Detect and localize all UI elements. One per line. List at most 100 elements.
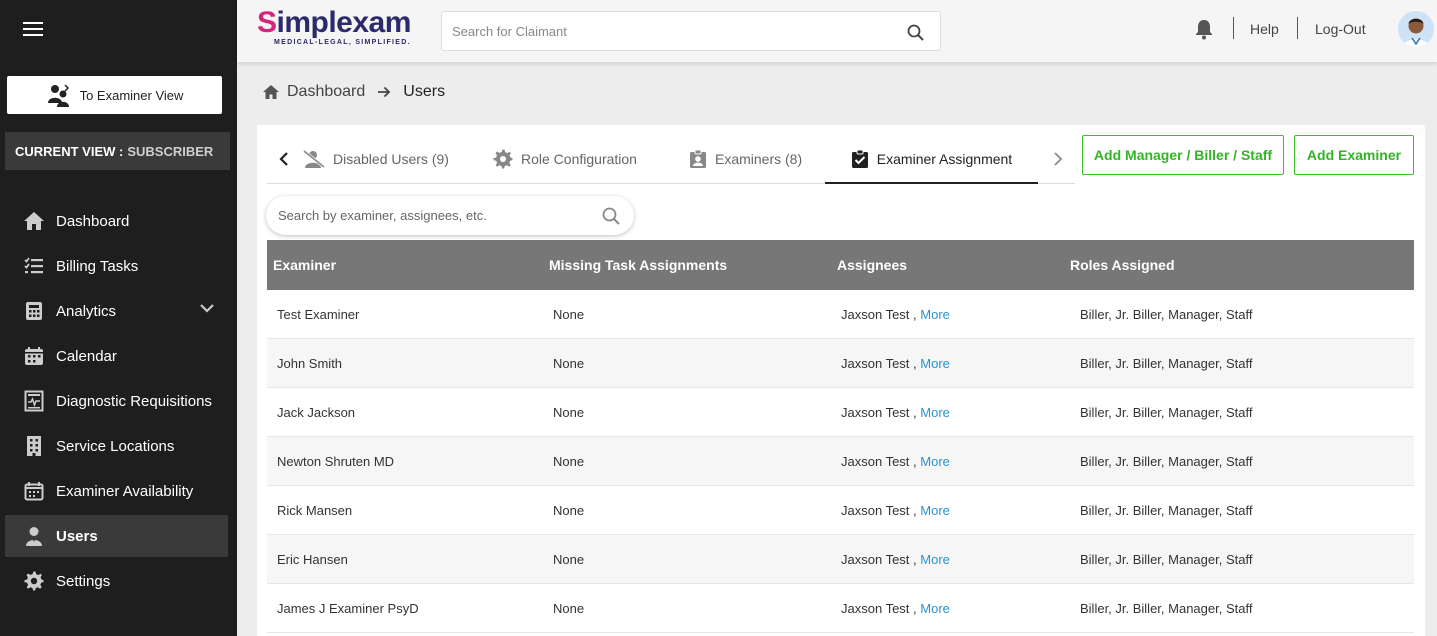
- sidebar-item-label: Examiner Availability: [56, 482, 194, 500]
- assignees-cell: Jaxson Test , More: [831, 356, 1064, 371]
- user-off-icon: [303, 150, 325, 168]
- missing-task-assignments: None: [553, 502, 585, 518]
- chevron-down-icon[interactable]: [200, 303, 214, 313]
- more-assignees-link[interactable]: More: [920, 454, 950, 469]
- tab-role-configuration[interactable]: Role Configuration: [493, 135, 637, 183]
- roles-assigned: Biller, Jr. Biller, Manager, Staff: [1080, 600, 1253, 616]
- assignees-cell: Jaxson Test , More: [831, 601, 1064, 616]
- top-bar: Simplexam MEDICAL-LEGAL, SIMPLIFIED. Hel…: [237, 0, 1437, 62]
- tab-label: Examiner Assignment: [876, 150, 1013, 167]
- assignee-name: Jaxson Test ,: [841, 306, 917, 322]
- column-header-roles-assigned[interactable]: Roles Assigned: [1064, 257, 1414, 273]
- table-row[interactable]: Rick Mansen None Jaxson Test , More Bill…: [267, 486, 1414, 535]
- sidebar-item-calendar[interactable]: Calendar: [5, 335, 228, 377]
- tab-disabled-users[interactable]: Disabled Users (9): [303, 135, 449, 183]
- topbar-divider: [1297, 17, 1298, 39]
- sidebar-item-label: Dashboard: [56, 212, 130, 230]
- table-row[interactable]: Jack Jackson None Jaxson Test , More Bil…: [267, 388, 1414, 437]
- sidebar-item-settings[interactable]: Settings: [5, 560, 228, 602]
- sidebar-item-examiner-availability[interactable]: Examiner Availability: [5, 470, 228, 512]
- tab-label: Role Configuration: [521, 151, 637, 167]
- tabs-scroll-left-button[interactable]: [267, 135, 301, 183]
- missing-task-assignments: None: [553, 551, 585, 567]
- topbar-divider: [1233, 17, 1234, 39]
- tab-examiner-assignment[interactable]: Examiner Assignment: [825, 135, 1038, 184]
- badge-icon: [690, 149, 706, 168]
- table-row[interactable]: Eric Hansen None Jaxson Test , More Bill…: [267, 535, 1414, 584]
- gear-icon: [493, 149, 513, 169]
- sidebar-item-label: Service Locations: [56, 437, 175, 455]
- tabs-scroll-right-button[interactable]: [1041, 135, 1075, 183]
- more-assignees-link[interactable]: More: [920, 356, 950, 371]
- sidebar-item-users[interactable]: Users: [5, 515, 228, 557]
- table-row[interactable]: John Smith None Jaxson Test , More Bille…: [267, 339, 1414, 388]
- more-assignees-link[interactable]: More: [920, 503, 950, 518]
- hamburger-menu-icon[interactable]: [23, 22, 43, 36]
- roles-assigned: Biller, Jr. Biller, Manager, Staff: [1080, 404, 1253, 420]
- building-icon: [23, 435, 45, 457]
- more-assignees-link[interactable]: More: [920, 601, 950, 616]
- sidebar-item-label: Diagnostic Requisitions: [56, 392, 212, 410]
- table-header: Examiner Missing Task Assignments Assign…: [267, 240, 1414, 290]
- to-examiner-view-button[interactable]: To Examiner View: [7, 76, 222, 114]
- examiner-name: Newton Shruten MD: [277, 453, 395, 469]
- logout-link[interactable]: Log-Out: [1315, 21, 1366, 37]
- column-header-assignees[interactable]: Assignees: [831, 257, 1064, 273]
- calculator-icon: [23, 300, 45, 322]
- roles-assigned: Biller, Jr. Biller, Manager, Staff: [1080, 453, 1253, 469]
- examiner-name: Test Examiner: [277, 306, 360, 322]
- more-assignees-link[interactable]: More: [920, 552, 950, 567]
- examiner-assignment-table: Examiner Missing Task Assignments Assign…: [267, 240, 1414, 633]
- breadcrumb-current: Users: [403, 83, 446, 100]
- requisition-icon: [23, 390, 45, 412]
- table-row[interactable]: Newton Shruten MD None Jaxson Test , Mor…: [267, 437, 1414, 486]
- table-row[interactable]: Test Examiner None Jaxson Test , More Bi…: [267, 290, 1414, 339]
- missing-task-assignments: None: [553, 306, 585, 322]
- add-manager-biller-staff-button[interactable]: Add Manager / Biller / Staff: [1082, 135, 1284, 175]
- sidebar-item-dashboard[interactable]: Dashboard: [5, 200, 228, 242]
- missing-task-assignments: None: [553, 600, 585, 616]
- examiner-name: James J Examiner PsyD: [277, 600, 419, 616]
- roles-assigned: Biller, Jr. Biller, Manager, Staff: [1080, 551, 1253, 567]
- search-icon[interactable]: [602, 207, 620, 225]
- claimant-search-input[interactable]: [442, 12, 940, 50]
- notification-bell-icon[interactable]: [1194, 18, 1214, 40]
- to-examiner-view-label: To Examiner View: [79, 87, 184, 103]
- missing-task-assignments: None: [553, 404, 585, 420]
- sidebar-item-billing-tasks[interactable]: Billing Tasks: [5, 245, 228, 287]
- add-examiner-button[interactable]: Add Examiner: [1294, 135, 1414, 175]
- home-icon[interactable]: [262, 84, 280, 100]
- more-assignees-link[interactable]: More: [920, 307, 950, 322]
- examiner-name: John Smith: [277, 355, 343, 371]
- sidebar-item-analytics[interactable]: Analytics: [5, 290, 228, 332]
- column-header-examiner[interactable]: Examiner: [267, 257, 543, 273]
- assignees-cell: Jaxson Test , More: [831, 307, 1064, 322]
- more-assignees-link[interactable]: More: [920, 405, 950, 420]
- tab-examiners[interactable]: Examiners (8): [689, 135, 802, 183]
- user-avatar[interactable]: [1398, 11, 1434, 47]
- roles-assigned: Biller, Jr. Biller, Manager, Staff: [1080, 502, 1253, 518]
- simplexam-logo[interactable]: Simplexam MEDICAL-LEGAL, SIMPLIFIED.: [257, 8, 411, 47]
- sidebar-item-label: Billing Tasks: [56, 257, 139, 275]
- roles-assigned: Biller, Jr. Biller, Manager, Staff: [1080, 306, 1253, 322]
- chevron-left-icon: [279, 152, 288, 166]
- calendar-icon: [23, 345, 45, 367]
- table-row[interactable]: James J Examiner PsyD None Jaxson Test ,…: [267, 584, 1414, 633]
- column-header-missing-task-assignments[interactable]: Missing Task Assignments: [543, 257, 831, 273]
- search-icon[interactable]: [907, 24, 924, 41]
- sidebar-item-diagnostic-requisitions[interactable]: Diagnostic Requisitions: [5, 380, 228, 422]
- help-link[interactable]: Help: [1250, 21, 1279, 37]
- examiner-name: Jack Jackson: [277, 404, 356, 420]
- breadcrumb: Dashboard Users: [262, 83, 445, 101]
- task-list-icon: [23, 255, 45, 277]
- assignee-name: Jaxson Test ,: [841, 600, 917, 616]
- clipboard-check-icon: [851, 149, 868, 168]
- arrow-right-icon: [378, 86, 391, 98]
- tab-label: Disabled Users (9): [333, 151, 449, 167]
- breadcrumb-dashboard-link[interactable]: Dashboard: [287, 83, 365, 101]
- examiner-search-input[interactable]: [266, 196, 634, 235]
- claimant-search: [441, 11, 941, 51]
- sidebar-item-service-locations[interactable]: Service Locations: [5, 425, 228, 467]
- current-view-label: CURRENT VIEW :: [15, 143, 124, 159]
- calendar-check-icon: [23, 480, 45, 502]
